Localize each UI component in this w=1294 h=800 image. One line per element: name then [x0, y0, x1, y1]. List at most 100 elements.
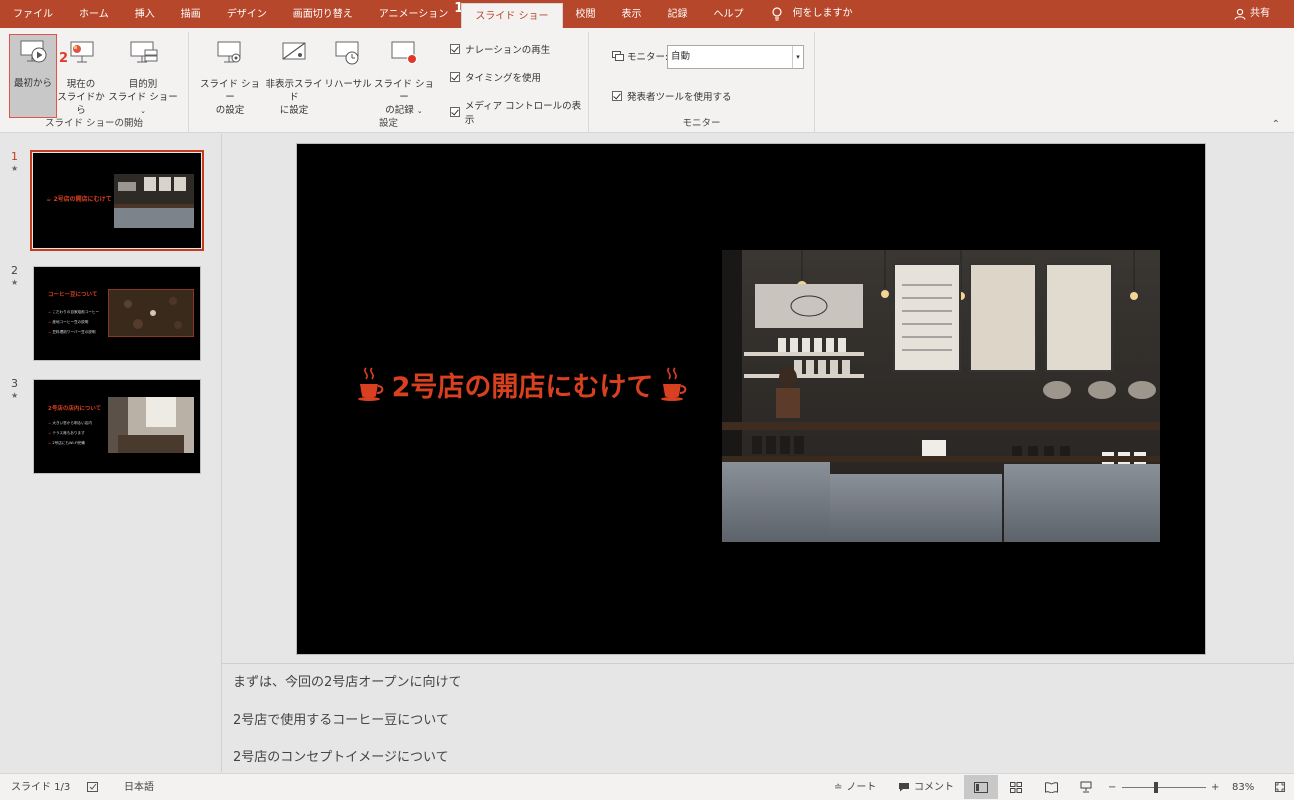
play-narrations-checkbox[interactable]: ナレーションの再生 [450, 42, 550, 56]
thumbnail-interior-photo [108, 397, 194, 453]
start-slideshow-group: 最初から 現在の スライドから 目的別 スライド ショー ⌄ スライド ショーの… [0, 32, 189, 132]
tab-home[interactable]: ホーム [66, 0, 122, 28]
lightbulb-icon [771, 7, 782, 21]
slide-title[interactable]: 2号店の開店にむけて [350, 364, 695, 404]
use-timings-label: タイミングを使用 [465, 73, 542, 84]
hide-slide-icon [282, 42, 306, 60]
dropdown-arrow-icon: ⌄ [140, 107, 146, 115]
notes-toggle-label: ノート [846, 781, 877, 793]
tab-slideshow[interactable]: スライド ショー [461, 3, 563, 28]
thumbnail-title: 2号店の店内について [48, 406, 102, 412]
ribbon-tab-bar: ファイル ホーム 挿入 描画 デザイン 画面切り替え アニメーション 1 スライ… [0, 0, 1294, 28]
step-marker-2: 2 [59, 51, 69, 66]
setup-slideshow-button[interactable]: スライド ショー の設定 [197, 36, 263, 120]
presenter-view-checkbox[interactable]: 発表者ツールを使用する [612, 89, 732, 103]
notes-line: 2号店のコンセプトイメージについて [233, 750, 449, 765]
speaker-notes-pane[interactable]: まずは、今回の2号店オープンに向けて 2号店で使用するコーヒー豆について 2号店… [222, 663, 1294, 773]
thumbnail-slide-3[interactable]: 2号店の店内について ☕ 大きい窓から明るい店内 ☕ テラス席もあります ☕ 2… [33, 379, 201, 474]
fit-to-window-icon[interactable] [1275, 774, 1285, 800]
spellcheck-icon[interactable] [87, 774, 99, 800]
zoom-in-button[interactable]: + [1211, 774, 1219, 800]
custom-slideshow-button[interactable]: 目的別 スライド ショー ⌄ [108, 36, 178, 120]
presenter-view-label: 発表者ツールを使用する [627, 92, 732, 103]
status-bar: スライド 1/3 日本語 ≐ ノート コメント − + 83% [0, 773, 1294, 800]
slideshow-view-icon [1080, 781, 1092, 793]
thumbnail-cafe-photo [114, 174, 194, 228]
thumbnail-number: 3 [11, 377, 18, 390]
thumbnail-beans-photo [108, 289, 194, 337]
notes-line: まずは、今回の2号店オープンに向けて [233, 675, 462, 690]
record-slideshow-button[interactable]: スライド ショー の記録 ⌄ [373, 36, 435, 120]
tab-help[interactable]: ヘルプ [701, 0, 757, 28]
setup-group-label: 設定 [378, 118, 398, 129]
slideshow-view-button[interactable] [1069, 775, 1103, 799]
tab-animations[interactable]: アニメーション 1 [366, 0, 464, 28]
slide-sorter-view-button[interactable] [999, 775, 1033, 799]
monitor-select[interactable]: 自動 ▾ [667, 45, 804, 69]
zoom-out-button[interactable]: − [1108, 774, 1116, 800]
thumbnail-bullets: ☕ こだわりの自家焙煎コーヒー ☕ 産地コーヒー豆の説明 ☕ 豆料理用ワーバー豆… [48, 307, 99, 337]
animation-star-icon: ★ [11, 164, 19, 173]
person-icon [1234, 8, 1246, 20]
slide-title-text: 2号店の開店にむけて [391, 371, 654, 403]
setup-group: スライド ショー の設定 非表示スライド に設定 リハーサル スライド ショー … [189, 32, 589, 132]
comments-toggle-label: コメント [914, 781, 954, 793]
zoom-slider-track[interactable] [1122, 787, 1206, 788]
tell-me-label: 何をしますか [792, 8, 853, 19]
language-indicator[interactable]: 日本語 [124, 774, 154, 800]
zoom-level[interactable]: 83% [1232, 774, 1254, 800]
from-current-icon [70, 41, 94, 63]
animation-star-icon: ★ [11, 278, 19, 287]
monitor-group-label: モニター [682, 118, 721, 129]
from-current-label-1: 現在の [66, 79, 96, 90]
checkbox-checked-icon [450, 72, 460, 82]
cafe-interior-photo[interactable] [722, 250, 1160, 542]
record-icon [391, 41, 417, 64]
comments-toggle-button[interactable]: コメント [898, 774, 954, 800]
tab-view[interactable]: 表示 [609, 0, 655, 28]
notes-icon: ≐ [834, 781, 843, 793]
tab-file[interactable]: ファイル [0, 0, 66, 28]
hide-slide-button[interactable]: 非表示スライド に設定 [261, 36, 327, 120]
use-timings-checkbox[interactable]: タイミングを使用 [450, 70, 541, 84]
coffee-cup-icon [661, 367, 687, 401]
notes-toggle-button[interactable]: ≐ ノート [834, 774, 876, 800]
notes-line: 2号店で使用するコーヒー豆について [233, 713, 449, 728]
monitor-label: モニター: [627, 52, 669, 63]
coffee-cup-icon [357, 367, 383, 401]
zoom-slider-handle[interactable] [1154, 782, 1158, 793]
thumbnail-bullet: ☕ 産地コーヒー豆の説明 [48, 320, 89, 324]
share-button[interactable]: 共有 [1234, 0, 1270, 28]
monitor-select-value: 自動 [671, 51, 691, 62]
thumbnail-number: 2 [11, 264, 18, 277]
monitor-row: モニター: [612, 49, 668, 63]
share-label: 共有 [1250, 8, 1270, 19]
tab-draw[interactable]: 描画 [168, 0, 214, 28]
tab-transitions[interactable]: 画面切り替え [280, 0, 366, 28]
thumbnail-bullet-text: テラス席もあります [52, 431, 85, 435]
rehearse-timings-button[interactable]: リハーサル [323, 36, 373, 120]
from-beginning-button[interactable]: 最初から [9, 34, 57, 118]
tab-design[interactable]: デザイン [214, 0, 280, 28]
reading-view-button[interactable] [1034, 775, 1068, 799]
slide-counter: スライド 1/3 [11, 781, 71, 793]
setup-slideshow-icon [217, 41, 241, 63]
normal-view-button[interactable] [964, 775, 998, 799]
tab-record[interactable]: 記録 [655, 0, 701, 28]
checkbox-checked-icon [612, 91, 622, 101]
tab-review[interactable]: 校閲 [563, 0, 609, 28]
from-current-label-2: スライドから [57, 92, 105, 116]
slide-canvas[interactable]: 2号店の開店にむけて [296, 143, 1206, 655]
thumbnail-bullet-text: 産地コーヒー豆の説明 [52, 320, 89, 324]
rehearse-icon [335, 41, 359, 65]
monitor-icon [612, 50, 624, 61]
dropdown-arrow-icon: ⌄ [416, 107, 423, 115]
thumbnail-slide-1[interactable]: ☕ 2号店の開店にむけて ☕ [30, 150, 204, 251]
thumbnail-bullet-text: 豆料理用ワーバー豆の説明 [52, 330, 96, 334]
thumbnail-title: ☕ 2号店の開店にむけて ☕ [46, 196, 119, 203]
tab-insert[interactable]: 挿入 [122, 0, 168, 28]
collapse-ribbon-icon[interactable]: ⌃ [1272, 119, 1280, 130]
tell-me-search[interactable]: 何をしますか [757, 0, 853, 28]
thumbnail-slide-2[interactable]: コーヒー豆について ☕ こだわりの自家焙煎コーヒー ☕ 産地コーヒー豆の説明 ☕… [33, 266, 201, 361]
from-current-slide-button[interactable]: 現在の スライドから [57, 36, 105, 120]
